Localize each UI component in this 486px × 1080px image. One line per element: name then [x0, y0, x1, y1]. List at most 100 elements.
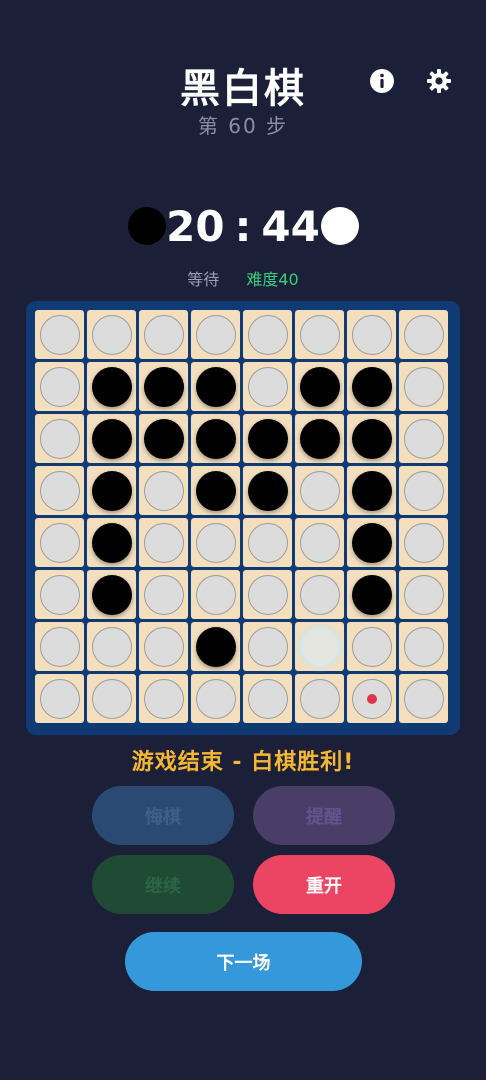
status-row: 等待 难度40 [0, 266, 486, 290]
board-cell[interactable] [191, 466, 240, 515]
board-cell[interactable] [35, 518, 84, 567]
undo-button[interactable]: 悔棋 [92, 786, 234, 845]
board-cell[interactable] [243, 466, 292, 515]
white-score: 44 [261, 201, 320, 251]
board-cell[interactable] [347, 622, 396, 671]
black-piece [143, 418, 184, 459]
board-cell[interactable] [347, 414, 396, 463]
info-button[interactable] [365, 64, 399, 98]
settings-button[interactable] [422, 64, 456, 98]
board-cell[interactable] [347, 310, 396, 359]
board-cell[interactable] [399, 310, 448, 359]
board-cell[interactable] [295, 674, 344, 723]
board-cell[interactable] [87, 310, 136, 359]
board-cell[interactable] [347, 466, 396, 515]
board-cell[interactable] [35, 622, 84, 671]
black-piece [351, 470, 392, 511]
board-cell[interactable] [35, 674, 84, 723]
score-text: 20 : 44 [166, 200, 320, 252]
board-cell[interactable] [35, 570, 84, 619]
board-cell[interactable] [347, 362, 396, 411]
board-cell[interactable] [347, 518, 396, 567]
board-cell[interactable] [139, 466, 188, 515]
empty-slot [299, 470, 340, 511]
board-cell[interactable] [295, 362, 344, 411]
restart-button[interactable]: 重开 [253, 855, 395, 914]
board-cell[interactable] [295, 518, 344, 567]
board-cell[interactable] [243, 570, 292, 619]
board-cell[interactable] [87, 570, 136, 619]
board-cell[interactable] [191, 674, 240, 723]
board-cell[interactable] [87, 414, 136, 463]
page-title: 黑白棋 [180, 66, 306, 112]
empty-slot [39, 366, 80, 407]
board-cell[interactable] [295, 570, 344, 619]
black-piece [91, 366, 132, 407]
board-cell[interactable] [87, 622, 136, 671]
board-cell[interactable] [243, 310, 292, 359]
game-board [26, 301, 460, 735]
empty-slot [39, 574, 80, 615]
empty-slot [195, 678, 236, 719]
empty-slot [403, 366, 444, 407]
black-piece [195, 366, 236, 407]
empty-slot [351, 314, 392, 355]
black-piece [91, 470, 132, 511]
board-cell[interactable] [399, 414, 448, 463]
empty-slot [39, 470, 80, 511]
board-cell[interactable] [243, 362, 292, 411]
board-cell[interactable] [87, 674, 136, 723]
difficulty-label: 难度40 [246, 270, 299, 289]
board-cell[interactable] [191, 622, 240, 671]
board-cell[interactable] [399, 622, 448, 671]
black-piece [195, 418, 236, 459]
board-cell[interactable] [191, 310, 240, 359]
board-cell[interactable] [399, 674, 448, 723]
board-cell[interactable] [347, 674, 396, 723]
black-piece [351, 522, 392, 563]
board-cell[interactable] [35, 414, 84, 463]
board-cell[interactable] [139, 674, 188, 723]
board-cell[interactable] [399, 362, 448, 411]
board-cell[interactable] [139, 518, 188, 567]
board-cell[interactable] [191, 570, 240, 619]
empty-slot [91, 626, 132, 667]
board-cell[interactable] [295, 466, 344, 515]
board-cell[interactable] [295, 310, 344, 359]
empty-slot [299, 314, 340, 355]
board-cell[interactable] [35, 466, 84, 515]
turn-status: 等待 [187, 270, 220, 289]
board-cell[interactable] [139, 570, 188, 619]
board-cell[interactable] [87, 518, 136, 567]
board-cell[interactable] [87, 362, 136, 411]
continue-button[interactable]: 继续 [92, 855, 234, 914]
next-game-button[interactable]: 下一场 [125, 932, 362, 991]
board-cell[interactable] [35, 310, 84, 359]
board-cell[interactable] [399, 518, 448, 567]
board-cell[interactable] [191, 518, 240, 567]
empty-slot [247, 626, 288, 667]
board-cell[interactable] [191, 362, 240, 411]
board-cell[interactable] [139, 622, 188, 671]
board-cell[interactable] [399, 466, 448, 515]
board-cell[interactable] [295, 622, 344, 671]
board-cell[interactable] [139, 362, 188, 411]
black-piece [351, 418, 392, 459]
board-cell[interactable] [243, 518, 292, 567]
board-cell[interactable] [347, 570, 396, 619]
board-cell[interactable] [139, 310, 188, 359]
board-cell[interactable] [399, 570, 448, 619]
board-cell[interactable] [35, 362, 84, 411]
empty-slot [143, 574, 184, 615]
board-cell[interactable] [243, 674, 292, 723]
board-cell[interactable] [87, 466, 136, 515]
gear-icon [427, 69, 451, 93]
hint-button[interactable]: 提醒 [253, 786, 395, 845]
board-cell[interactable] [243, 622, 292, 671]
empty-slot [247, 522, 288, 563]
empty-slot [39, 418, 80, 459]
board-cell[interactable] [139, 414, 188, 463]
board-cell[interactable] [295, 414, 344, 463]
board-cell[interactable] [191, 414, 240, 463]
board-cell[interactable] [243, 414, 292, 463]
